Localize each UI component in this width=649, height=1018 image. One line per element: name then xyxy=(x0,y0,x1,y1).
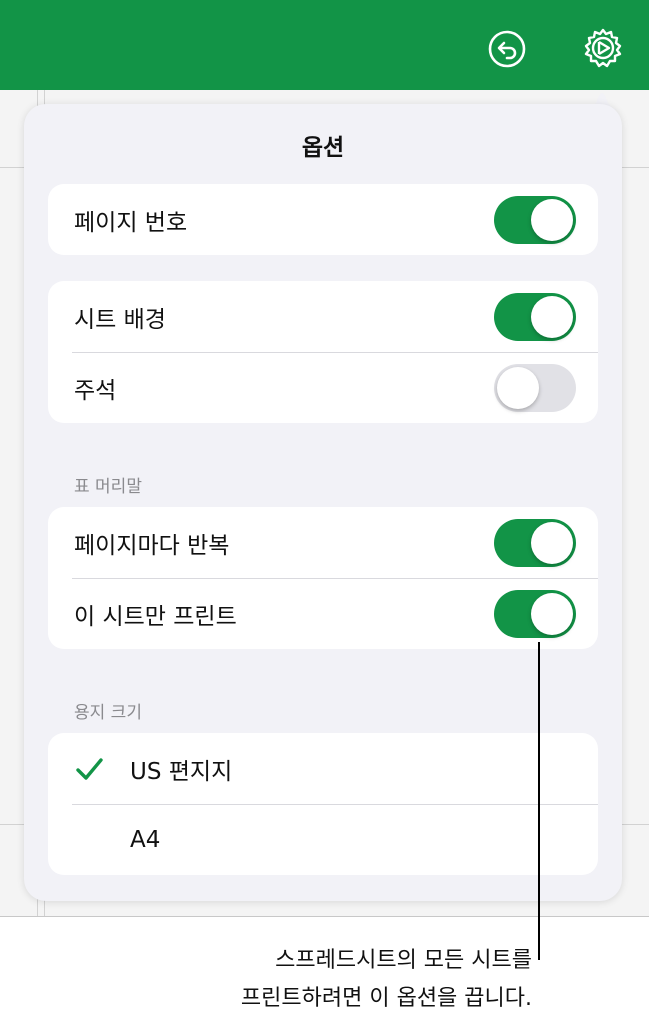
comments-label: 주석 xyxy=(74,377,117,404)
page-numbers-toggle[interactable] xyxy=(494,195,576,244)
paper-option-label: US 편지지 xyxy=(130,758,233,785)
print-this-sheet-only-row[interactable]: 이 시트만 프린트 xyxy=(48,578,598,649)
toggle-knob xyxy=(531,592,573,635)
toggle-knob xyxy=(497,366,539,409)
page-numbers-row[interactable]: 페이지 번호 xyxy=(48,184,598,255)
background-comments-group: 시트 배경 주석 xyxy=(48,281,598,423)
callout-line-2: 프린트하려면 이 옵션을 끕니다. xyxy=(240,986,532,1011)
toggle-knob xyxy=(531,198,573,241)
callout-line xyxy=(538,642,540,960)
checkmark-icon xyxy=(76,757,103,780)
comments-toggle[interactable] xyxy=(494,363,576,412)
sheet-background-row[interactable]: 시트 배경 xyxy=(48,281,598,352)
settings-gear-icon[interactable] xyxy=(581,27,625,71)
repeat-on-pages-row[interactable]: 페이지마다 반복 xyxy=(48,507,598,578)
paper-size-group: US 편지지 A4 xyxy=(48,733,598,875)
toolbar xyxy=(0,0,649,90)
table-headers-section-header: 표 머리말 xyxy=(74,477,142,497)
page-numbers-label: 페이지 번호 xyxy=(74,209,188,236)
canvas-bottom-edge xyxy=(0,916,649,917)
toggle-knob xyxy=(531,295,573,338)
paper-option-us-letter[interactable]: US 편지지 xyxy=(48,733,598,804)
paper-size-section-header: 용지 크기 xyxy=(74,703,142,723)
sheet-background-toggle[interactable] xyxy=(494,292,576,341)
repeat-on-pages-label: 페이지마다 반복 xyxy=(74,532,230,559)
callout-text: 스프레드시트의 모든 시트를 프린트하려면 이 옵션을 끕니다. xyxy=(241,942,532,1018)
toggle-knob xyxy=(531,521,573,564)
comments-row[interactable]: 주석 xyxy=(48,352,598,423)
page-numbers-group: 페이지 번호 xyxy=(48,184,598,255)
print-this-sheet-only-label: 이 시트만 프린트 xyxy=(74,603,237,630)
print-this-sheet-only-toggle[interactable] xyxy=(494,589,576,638)
callout-line-1: 스프레드시트의 모든 시트를 xyxy=(275,948,532,973)
paper-option-a4[interactable]: A4 xyxy=(48,804,598,875)
options-popover: 옵션 페이지 번호 시트 배경 주석 표 머리말 페이지마다 반복 이 시트만 … xyxy=(24,104,622,901)
popover-title: 옵션 xyxy=(301,135,345,161)
paper-option-label: A4 xyxy=(130,826,161,853)
undo-icon[interactable] xyxy=(487,29,527,69)
table-headers-group: 페이지마다 반복 이 시트만 프린트 xyxy=(48,507,598,649)
sheet-background-label: 시트 배경 xyxy=(74,306,166,333)
repeat-on-pages-toggle[interactable] xyxy=(494,518,576,567)
